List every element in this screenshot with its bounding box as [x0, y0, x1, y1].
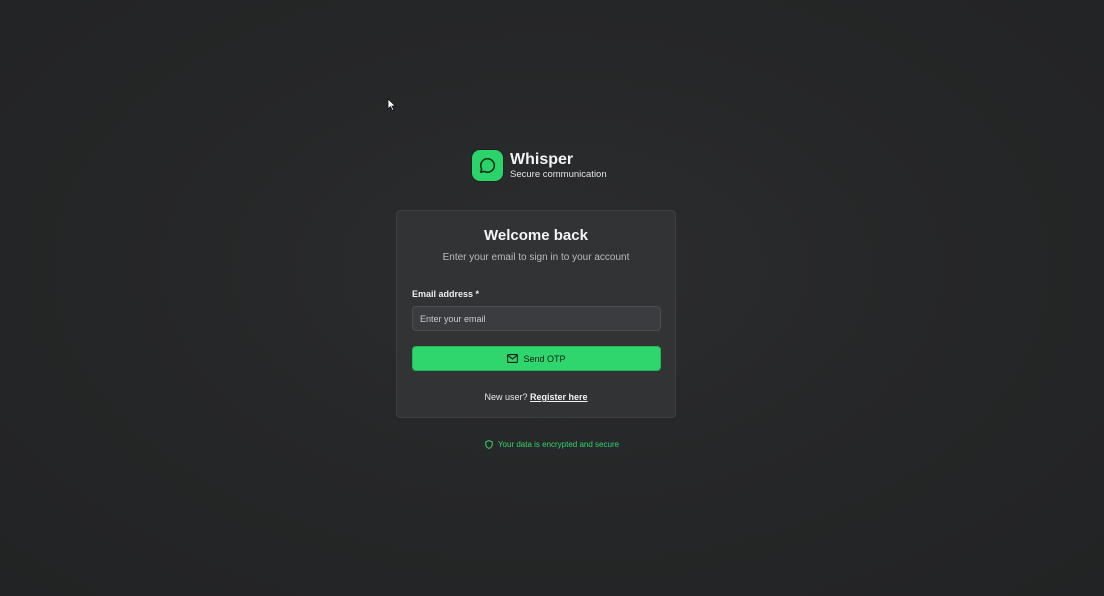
send-otp-label: Send OTP: [523, 353, 566, 364]
card-title: Welcome back: [484, 227, 588, 244]
secure-text: Your data is encrypted and secure: [497, 440, 620, 449]
secure-note: Your data is encrypted and secure: [0, 440, 1104, 449]
new-user-text: New user?: [484, 392, 530, 402]
mail-icon: [507, 354, 519, 363]
brand-tagline: Secure communication: [510, 169, 607, 180]
shield-icon: [485, 440, 493, 449]
brand-header: Whisper Secure communication: [472, 150, 607, 181]
card-subtitle: Enter your email to sign in to your acco…: [442, 252, 630, 263]
email-field[interactable]: [412, 306, 661, 331]
brand-name: Whisper: [510, 151, 574, 168]
send-otp-button[interactable]: Send OTP: [412, 346, 661, 371]
login-card: Welcome back Enter your email to sign in…: [396, 210, 676, 418]
chat-bubble-icon: [472, 150, 503, 181]
register-row: New user? Register here: [397, 392, 675, 402]
brand-text: Whisper Secure communication: [510, 150, 607, 181]
email-label: Email address *: [412, 289, 480, 299]
register-link[interactable]: Register here: [530, 392, 588, 402]
mouse-cursor-icon: [387, 98, 397, 112]
login-page: Whisper Secure communication Welcome bac…: [0, 0, 1104, 596]
